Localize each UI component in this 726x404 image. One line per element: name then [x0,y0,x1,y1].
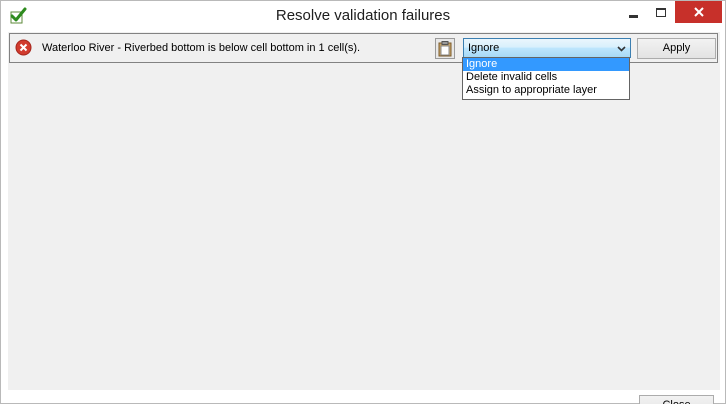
failure-message: Waterloo River - Riverbed bottom is belo… [42,42,361,54]
dialog-window: Resolve validation failures Waterloo Riv… [0,0,726,404]
title-bar[interactable]: Resolve validation failures [1,1,725,32]
dropdown-option-delete-invalid-cells[interactable]: Delete invalid cells [463,71,629,84]
minimize-button[interactable] [619,1,647,23]
error-icon [15,39,32,56]
apply-button[interactable]: Apply [637,38,716,59]
minimize-icon [628,14,638,18]
close-window-button[interactable] [675,1,722,23]
maximize-icon [656,7,666,17]
close-icon [693,7,704,17]
action-dropdown-list: Ignore Delete invalid cells Assign to ap… [462,57,630,100]
copy-button[interactable] [435,38,455,59]
close-button[interactable]: Close [639,395,714,404]
action-selected-value: Ignore [468,42,500,54]
dropdown-option-ignore[interactable]: Ignore [463,58,629,71]
chevron-down-icon [617,46,626,52]
window-title: Resolve validation failures [275,7,451,24]
dropdown-option-assign-layer[interactable]: Assign to appropriate layer [463,84,629,97]
maximize-button[interactable] [647,1,675,23]
action-combobox[interactable]: Ignore [463,38,631,58]
clipboard-icon [438,40,452,56]
